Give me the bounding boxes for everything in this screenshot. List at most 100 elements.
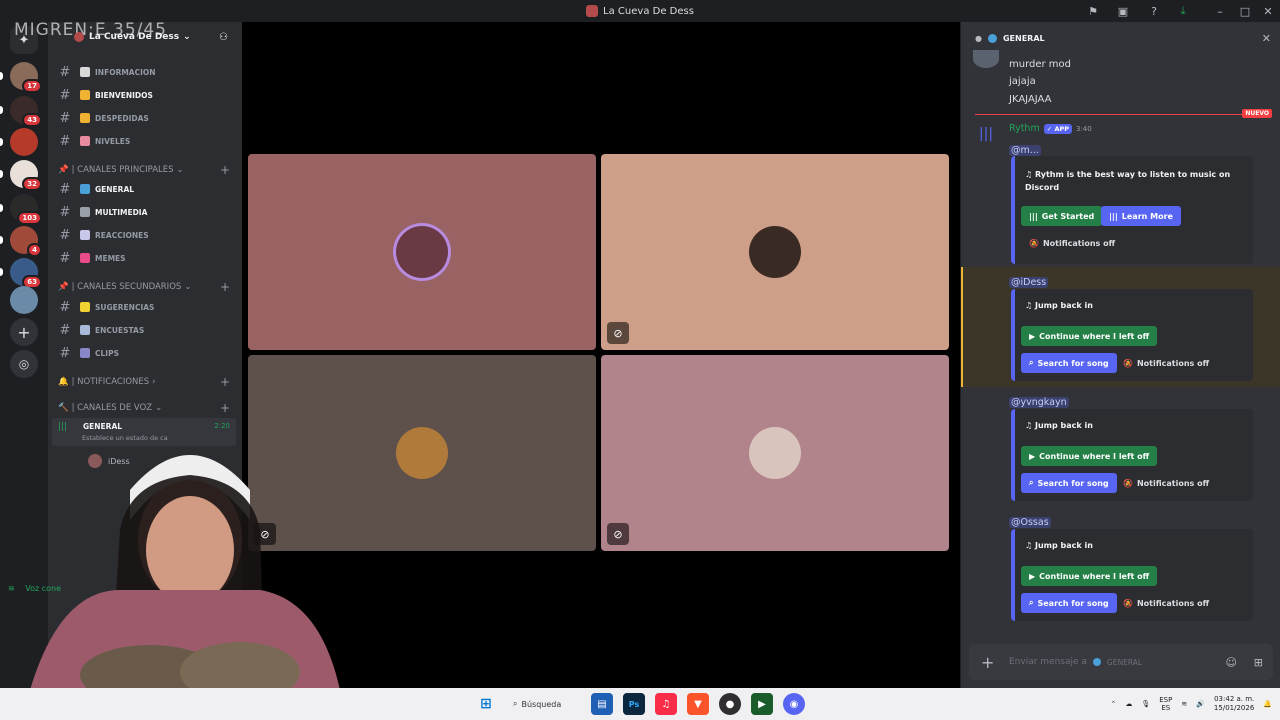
server-icon[interactable]: 43	[0, 96, 42, 127]
photoshop-icon[interactable]: Ps	[623, 693, 645, 715]
channel-despedidas[interactable]: # DESPEDIDAS	[56, 108, 236, 128]
taskbar: ⊞ ⌕ Búsqueda ▤ Ps ♫ ▼ ● ▶ ◉ ⌃ ☁ 🎙 ESP ES …	[0, 688, 1280, 720]
taskbar-search[interactable]: ⌕ Búsqueda	[507, 693, 581, 715]
category-canales-principales[interactable]: 📌 | CANALES PRINCIPALES ⌄ +	[58, 162, 234, 178]
channel-emoji-icon	[80, 136, 90, 146]
inbox-icon[interactable]: ⚑	[1081, 0, 1105, 22]
clock[interactable]: 03:42 a. m. 15/01/2026	[1214, 695, 1254, 713]
language-indicator[interactable]: ESP ES	[1159, 696, 1172, 712]
hash-icon: #	[59, 110, 71, 126]
close-icon[interactable]: ✕	[1262, 32, 1271, 45]
channel-multimedia[interactable]: # MULTIMEDIA	[56, 202, 236, 222]
user-mention[interactable]: @iDess	[1009, 277, 1049, 288]
music-app-icon[interactable]: ♫	[655, 693, 677, 715]
search-song-button[interactable]: ⌕ Search for song	[1021, 473, 1117, 493]
jump-back-embed: ♫ Jump back in ▶ Continue where I left off…	[1011, 289, 1253, 381]
terminal-icon[interactable]: ▶	[751, 693, 773, 715]
category-canales-de-voz[interactable]: 🔨 | CANALES DE VOZ ⌄ +	[58, 400, 234, 416]
message-input[interactable]: + Enviar mensaje a GENERAL ☺ ⊞	[969, 644, 1273, 680]
cloud-icon[interactable]: ☁	[1125, 700, 1132, 708]
get-started-button[interactable]: ||| Get Started	[1021, 206, 1103, 226]
server-icon[interactable]: 4	[0, 226, 42, 257]
mic-icon[interactable]: 🎙	[1141, 700, 1150, 708]
continue-button[interactable]: ▶ Continue where I left off	[1021, 326, 1158, 346]
channel-bienvenidos[interactable]: # BIENVENIDOS	[56, 85, 236, 105]
channel-memes[interactable]: # MEMES	[56, 248, 236, 268]
server-icon[interactable]: 103	[0, 194, 42, 225]
channel-sugerencias[interactable]: # SUGERENCIAS	[56, 297, 236, 317]
minimize-button[interactable]: –	[1208, 0, 1232, 22]
chevron-right-icon: ›	[152, 377, 156, 387]
add-member-icon[interactable]: ⚇	[219, 32, 228, 43]
embed-title: ♫ Jump back in	[1025, 301, 1093, 310]
mic-off-icon: ⊘	[607, 322, 629, 344]
participant-tile[interactable]: ⊘	[601, 355, 949, 551]
server-icon[interactable]	[10, 286, 38, 314]
chevron-up-icon[interactable]: ⌃	[1110, 700, 1116, 708]
participant-tile[interactable]	[248, 154, 596, 350]
channel-reacciones[interactable]: # REACCIONES	[56, 225, 236, 245]
bot-name[interactable]: Rythm	[1009, 123, 1040, 134]
notifications-off-button[interactable]: 🔕 Notifications off	[1115, 353, 1217, 373]
user-mention[interactable]: @yvngkayn	[1009, 397, 1069, 408]
wifi-icon[interactable]: ≋	[1181, 700, 1187, 708]
channel-general[interactable]: # GENERAL	[56, 179, 236, 199]
obs-icon[interactable]: ●	[719, 693, 741, 715]
add-channel-icon[interactable]: +	[220, 401, 230, 415]
unread-indicator	[0, 138, 3, 146]
download-icon[interactable]: ⤓	[1171, 0, 1195, 22]
pin-icon: 📌	[58, 282, 69, 292]
play-icon: ▶	[1029, 331, 1036, 341]
discord-icon[interactable]: ◉	[783, 693, 805, 715]
channel-niveles[interactable]: # NIVELES	[56, 131, 236, 151]
hash-icon: #	[59, 133, 71, 149]
add-channel-icon[interactable]: +	[220, 163, 230, 177]
notification-bell-icon[interactable]: 🔔	[1263, 700, 1272, 708]
category-notificaciones[interactable]: 🔔 | NOTIFICACIONES › +	[58, 374, 234, 390]
channel-clips[interactable]: # CLIPS	[56, 343, 236, 363]
close-button[interactable]: ✕	[1256, 0, 1280, 22]
notifications-off-button[interactable]: 🔕 Notifications off	[1115, 593, 1217, 613]
apps-icon[interactable]: ⊞	[1254, 656, 1263, 669]
search-song-button[interactable]: ⌕ Search for song	[1021, 353, 1117, 373]
video-stage: ⊘ ⊘ ⊘	[242, 22, 960, 688]
notifications-off-button[interactable]: 🔕 Notifications off	[1021, 233, 1123, 253]
voice-channel-general[interactable]: ||| GENERAL 2:20 Establece un estado de …	[52, 418, 236, 446]
add-channel-icon[interactable]: +	[220, 280, 230, 294]
guild-header[interactable]: MIGREN:E 35/45 La Cueva De Dess ⌄ ⚇	[14, 20, 242, 52]
channel-emoji-icon	[80, 184, 90, 194]
volume-icon[interactable]: 🔊	[1196, 700, 1205, 708]
add-attachment-icon[interactable]: +	[981, 653, 994, 672]
brave-browser-icon[interactable]: ▼	[687, 693, 709, 715]
voice-user[interactable]: iDess	[88, 454, 130, 468]
server-icon[interactable]	[0, 128, 38, 156]
add-server-icon[interactable]: +	[10, 318, 38, 346]
channel-emoji-icon	[80, 67, 90, 77]
avatar	[396, 226, 448, 278]
maximize-button[interactable]: □	[1233, 0, 1257, 22]
play-icon: ▶	[1029, 451, 1036, 461]
server-icon[interactable]: 63	[0, 258, 42, 289]
add-channel-icon[interactable]: +	[220, 375, 230, 389]
file-explorer-icon[interactable]: ▤	[591, 693, 613, 715]
help-icon[interactable]: ?	[1142, 0, 1166, 22]
channel-encuestas[interactable]: # ENCUESTAS	[56, 320, 236, 340]
user-mention[interactable]: @m...	[1009, 145, 1041, 156]
message-text: murder mod	[1009, 59, 1072, 70]
server-icon[interactable]: 17	[0, 62, 42, 93]
discover-icon[interactable]: ◎	[10, 350, 38, 378]
start-button[interactable]: ⊞	[475, 693, 497, 715]
user-mention[interactable]: @Ossas	[1009, 517, 1051, 528]
screen-icon[interactable]: ▣	[1111, 0, 1135, 22]
notifications-off-button[interactable]: 🔕 Notifications off	[1115, 473, 1217, 493]
continue-button[interactable]: ▶ Continue where I left off	[1021, 566, 1158, 586]
participant-tile[interactable]: ⊘	[248, 355, 596, 551]
emoji-icon[interactable]: ☺	[1226, 656, 1237, 669]
server-icon[interactable]: 32	[0, 160, 42, 191]
category-canales-secundarios[interactable]: 📌 | CANALES SECUNDARIOS ⌄ +	[58, 279, 234, 295]
participant-tile[interactable]: ⊘	[601, 154, 949, 350]
learn-more-button[interactable]: ||| Learn More	[1101, 206, 1181, 226]
channel-informacion[interactable]: # INFORMACION	[56, 62, 236, 82]
search-song-button[interactable]: ⌕ Search for song	[1021, 593, 1117, 613]
continue-button[interactable]: ▶ Continue where I left off	[1021, 446, 1158, 466]
